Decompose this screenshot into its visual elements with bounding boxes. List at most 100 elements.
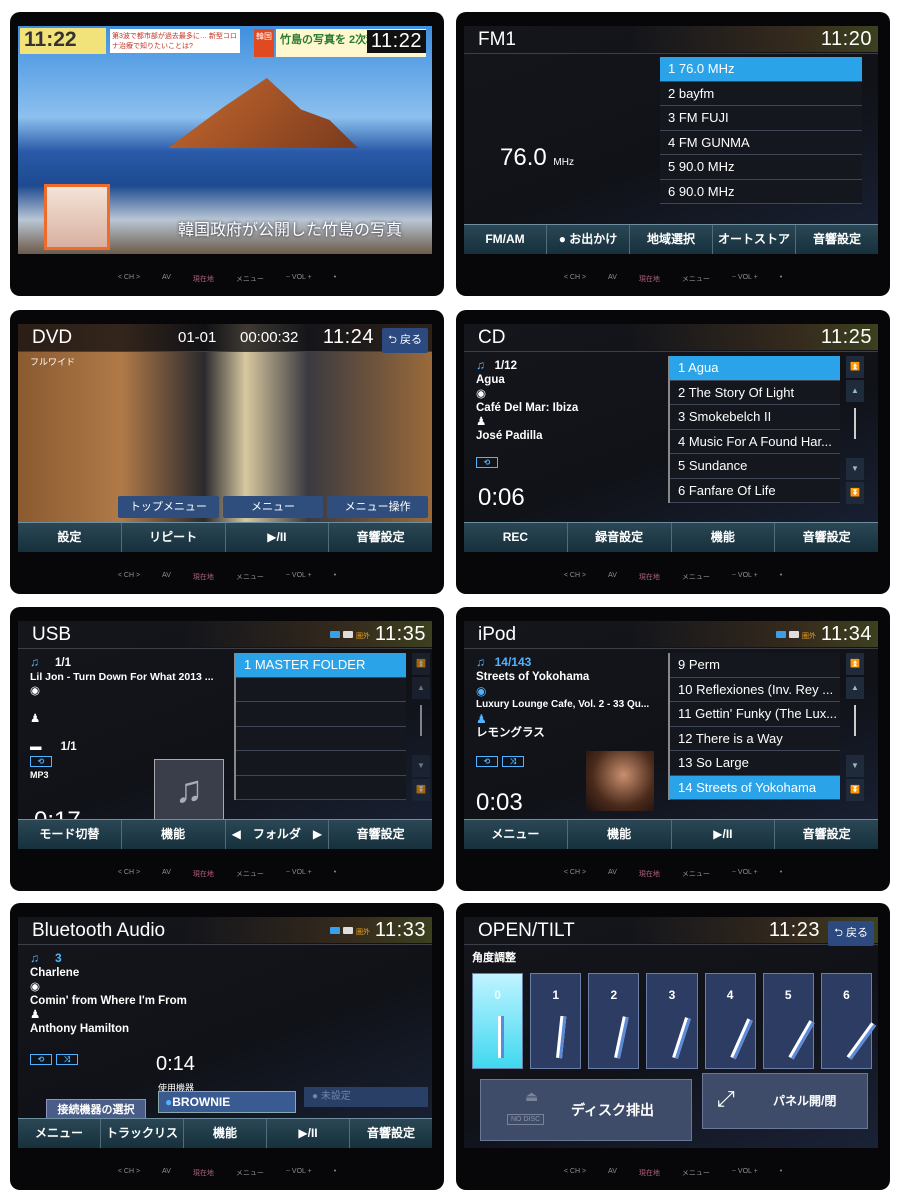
angle-button[interactable]: 1 — [530, 973, 582, 1069]
vol-button[interactable]: − VOL + — [732, 572, 758, 582]
preset-item[interactable]: 5 90.0 MHz — [660, 155, 862, 180]
function-button[interactable]: 設定 — [18, 523, 122, 552]
track-item[interactable]: 2 The Story Of Light — [670, 380, 840, 405]
ch-button[interactable]: < CH > — [118, 1168, 140, 1178]
scroll-track[interactable] — [846, 404, 864, 456]
function-button[interactable]: REC — [464, 523, 568, 552]
function-button[interactable]: 地域選択 — [630, 225, 713, 254]
dvd-screen[interactable]: DVD 01-01 00:00:32 11:24 ⮌ 戻る フルワイド トップメ… — [18, 324, 432, 552]
page-down-icon[interactable]: ⏬ — [412, 779, 430, 801]
function-button[interactable]: FM/AM — [464, 225, 547, 254]
folder-item[interactable]: 1 MASTER FOLDER — [236, 653, 406, 678]
power-dot[interactable]: • — [334, 869, 336, 879]
function-button[interactable]: トラックリスト — [101, 1119, 184, 1148]
ch-button[interactable]: < CH > — [564, 572, 586, 582]
up-icon[interactable]: ▲ — [412, 677, 430, 699]
power-dot[interactable]: • — [334, 572, 336, 582]
page-down-icon[interactable]: ⏬ — [846, 779, 864, 801]
page-up-icon[interactable]: ⏫ — [846, 653, 864, 675]
folder-item[interactable] — [236, 677, 406, 702]
vol-button[interactable]: − VOL + — [286, 1168, 312, 1178]
vol-button[interactable]: − VOL + — [286, 869, 312, 879]
preset-item[interactable]: 3 FM FUJI — [660, 106, 862, 131]
menu-button[interactable]: メニュー — [682, 869, 710, 879]
function-button[interactable]: ▶/II — [226, 523, 330, 552]
track-item[interactable]: 1 Agua — [670, 356, 840, 381]
location-button[interactable]: 現在地 — [193, 1168, 214, 1178]
power-dot[interactable]: • — [334, 274, 336, 284]
power-dot[interactable]: • — [334, 1168, 336, 1178]
scrollbar[interactable]: ⏫ ▲ ▼ ⏬ — [846, 356, 864, 504]
menu-button[interactable]: メニュー — [222, 496, 324, 518]
menu-button[interactable]: メニュー — [236, 1168, 264, 1178]
av-button[interactable]: AV — [162, 274, 171, 284]
page-up-icon[interactable]: ⏫ — [846, 356, 864, 378]
menu-operation-button[interactable]: メニュー操作 — [327, 496, 429, 518]
av-button[interactable]: AV — [608, 869, 617, 879]
down-icon[interactable]: ▼ — [412, 755, 430, 777]
av-button[interactable]: AV — [608, 274, 617, 284]
back-button[interactable]: ⮌ 戻る — [382, 328, 428, 353]
preset-item[interactable]: 2 bayfm — [660, 81, 862, 106]
up-icon[interactable]: ▲ — [846, 677, 864, 699]
eject-button[interactable]: ⏏ NO DISC ディスク排出 — [480, 1079, 692, 1141]
angle-button[interactable]: 4 — [704, 973, 756, 1069]
location-button[interactable]: 現在地 — [639, 869, 660, 879]
function-button[interactable]: 音響設定 — [350, 1119, 432, 1148]
function-button[interactable]: 音響設定 — [329, 523, 432, 552]
folder-item[interactable] — [236, 751, 406, 776]
location-button[interactable]: 現在地 — [193, 274, 214, 284]
track-item[interactable]: 4 Music For A Found Har... — [670, 429, 840, 454]
ch-button[interactable]: < CH > — [564, 869, 586, 879]
location-button[interactable]: 現在地 — [639, 572, 660, 582]
page-down-icon[interactable]: ⏬ — [846, 482, 864, 504]
back-button[interactable]: ⮌ 戻る — [828, 921, 874, 946]
location-button[interactable]: 現在地 — [639, 274, 660, 284]
tv-screen[interactable]: 11:22 第3波で都市部が過去最多に… 新型コロナ治療で知りたいことは? 韓国… — [18, 26, 432, 254]
menu-button[interactable]: メニュー — [236, 869, 264, 879]
menu-button[interactable]: メニュー — [236, 274, 264, 284]
device-button[interactable]: ●BROWNIE — [158, 1091, 296, 1113]
menu-button[interactable]: メニュー — [682, 1168, 710, 1178]
location-button[interactable]: 現在地 — [639, 1168, 660, 1178]
preset-item[interactable]: 4 FM GUNMA — [660, 130, 862, 155]
down-icon[interactable]: ▼ — [846, 458, 864, 480]
function-button[interactable]: 機能 — [672, 523, 776, 552]
angle-button[interactable]: 3 — [646, 973, 698, 1069]
function-button[interactable]: メニュー — [464, 820, 568, 849]
folder-item[interactable] — [236, 726, 406, 751]
power-dot[interactable]: • — [780, 869, 782, 879]
track-item[interactable]: 10 Reflexiones (Inv. Rey ... — [670, 677, 840, 702]
ch-button[interactable]: < CH > — [564, 1168, 586, 1178]
power-dot[interactable]: • — [780, 274, 782, 284]
vol-button[interactable]: − VOL + — [286, 274, 312, 284]
preset-item[interactable]: 6 90.0 MHz — [660, 179, 862, 204]
ch-button[interactable]: < CH > — [118, 274, 140, 284]
vol-button[interactable]: − VOL + — [286, 572, 312, 582]
av-button[interactable]: AV — [162, 1168, 171, 1178]
power-dot[interactable]: • — [780, 1168, 782, 1178]
track-item[interactable]: 13 So Large — [670, 751, 840, 776]
up-icon[interactable]: ▲ — [846, 380, 864, 402]
angle-button[interactable]: 0 — [472, 973, 524, 1069]
vol-button[interactable]: − VOL + — [732, 869, 758, 879]
function-button[interactable]: 音響設定 — [775, 820, 878, 849]
power-dot[interactable]: • — [780, 572, 782, 582]
track-item[interactable]: 9 Perm — [670, 653, 840, 678]
ch-button[interactable]: < CH > — [118, 869, 140, 879]
menu-button[interactable]: メニュー — [682, 274, 710, 284]
function-button[interactable]: モード切替 — [18, 820, 122, 849]
vol-button[interactable]: − VOL + — [732, 1168, 758, 1178]
location-button[interactable]: 現在地 — [193, 572, 214, 582]
scrollbar[interactable]: ⏫ ▲ ▼ ⏬ — [846, 653, 864, 801]
angle-button[interactable]: 2 — [588, 973, 640, 1069]
function-button[interactable]: オートストア — [713, 225, 796, 254]
ch-button[interactable]: < CH > — [118, 572, 140, 582]
function-button[interactable]: 機能 — [122, 820, 226, 849]
track-item[interactable]: 14 Streets of Yokohama — [670, 775, 840, 800]
device2-button[interactable]: ● 未設定 — [304, 1087, 428, 1107]
page-up-icon[interactable]: ⏫ — [412, 653, 430, 675]
folder-item[interactable] — [236, 775, 406, 800]
track-item[interactable]: 11 Gettin' Funky (The Lux... — [670, 702, 840, 727]
ch-button[interactable]: < CH > — [564, 274, 586, 284]
